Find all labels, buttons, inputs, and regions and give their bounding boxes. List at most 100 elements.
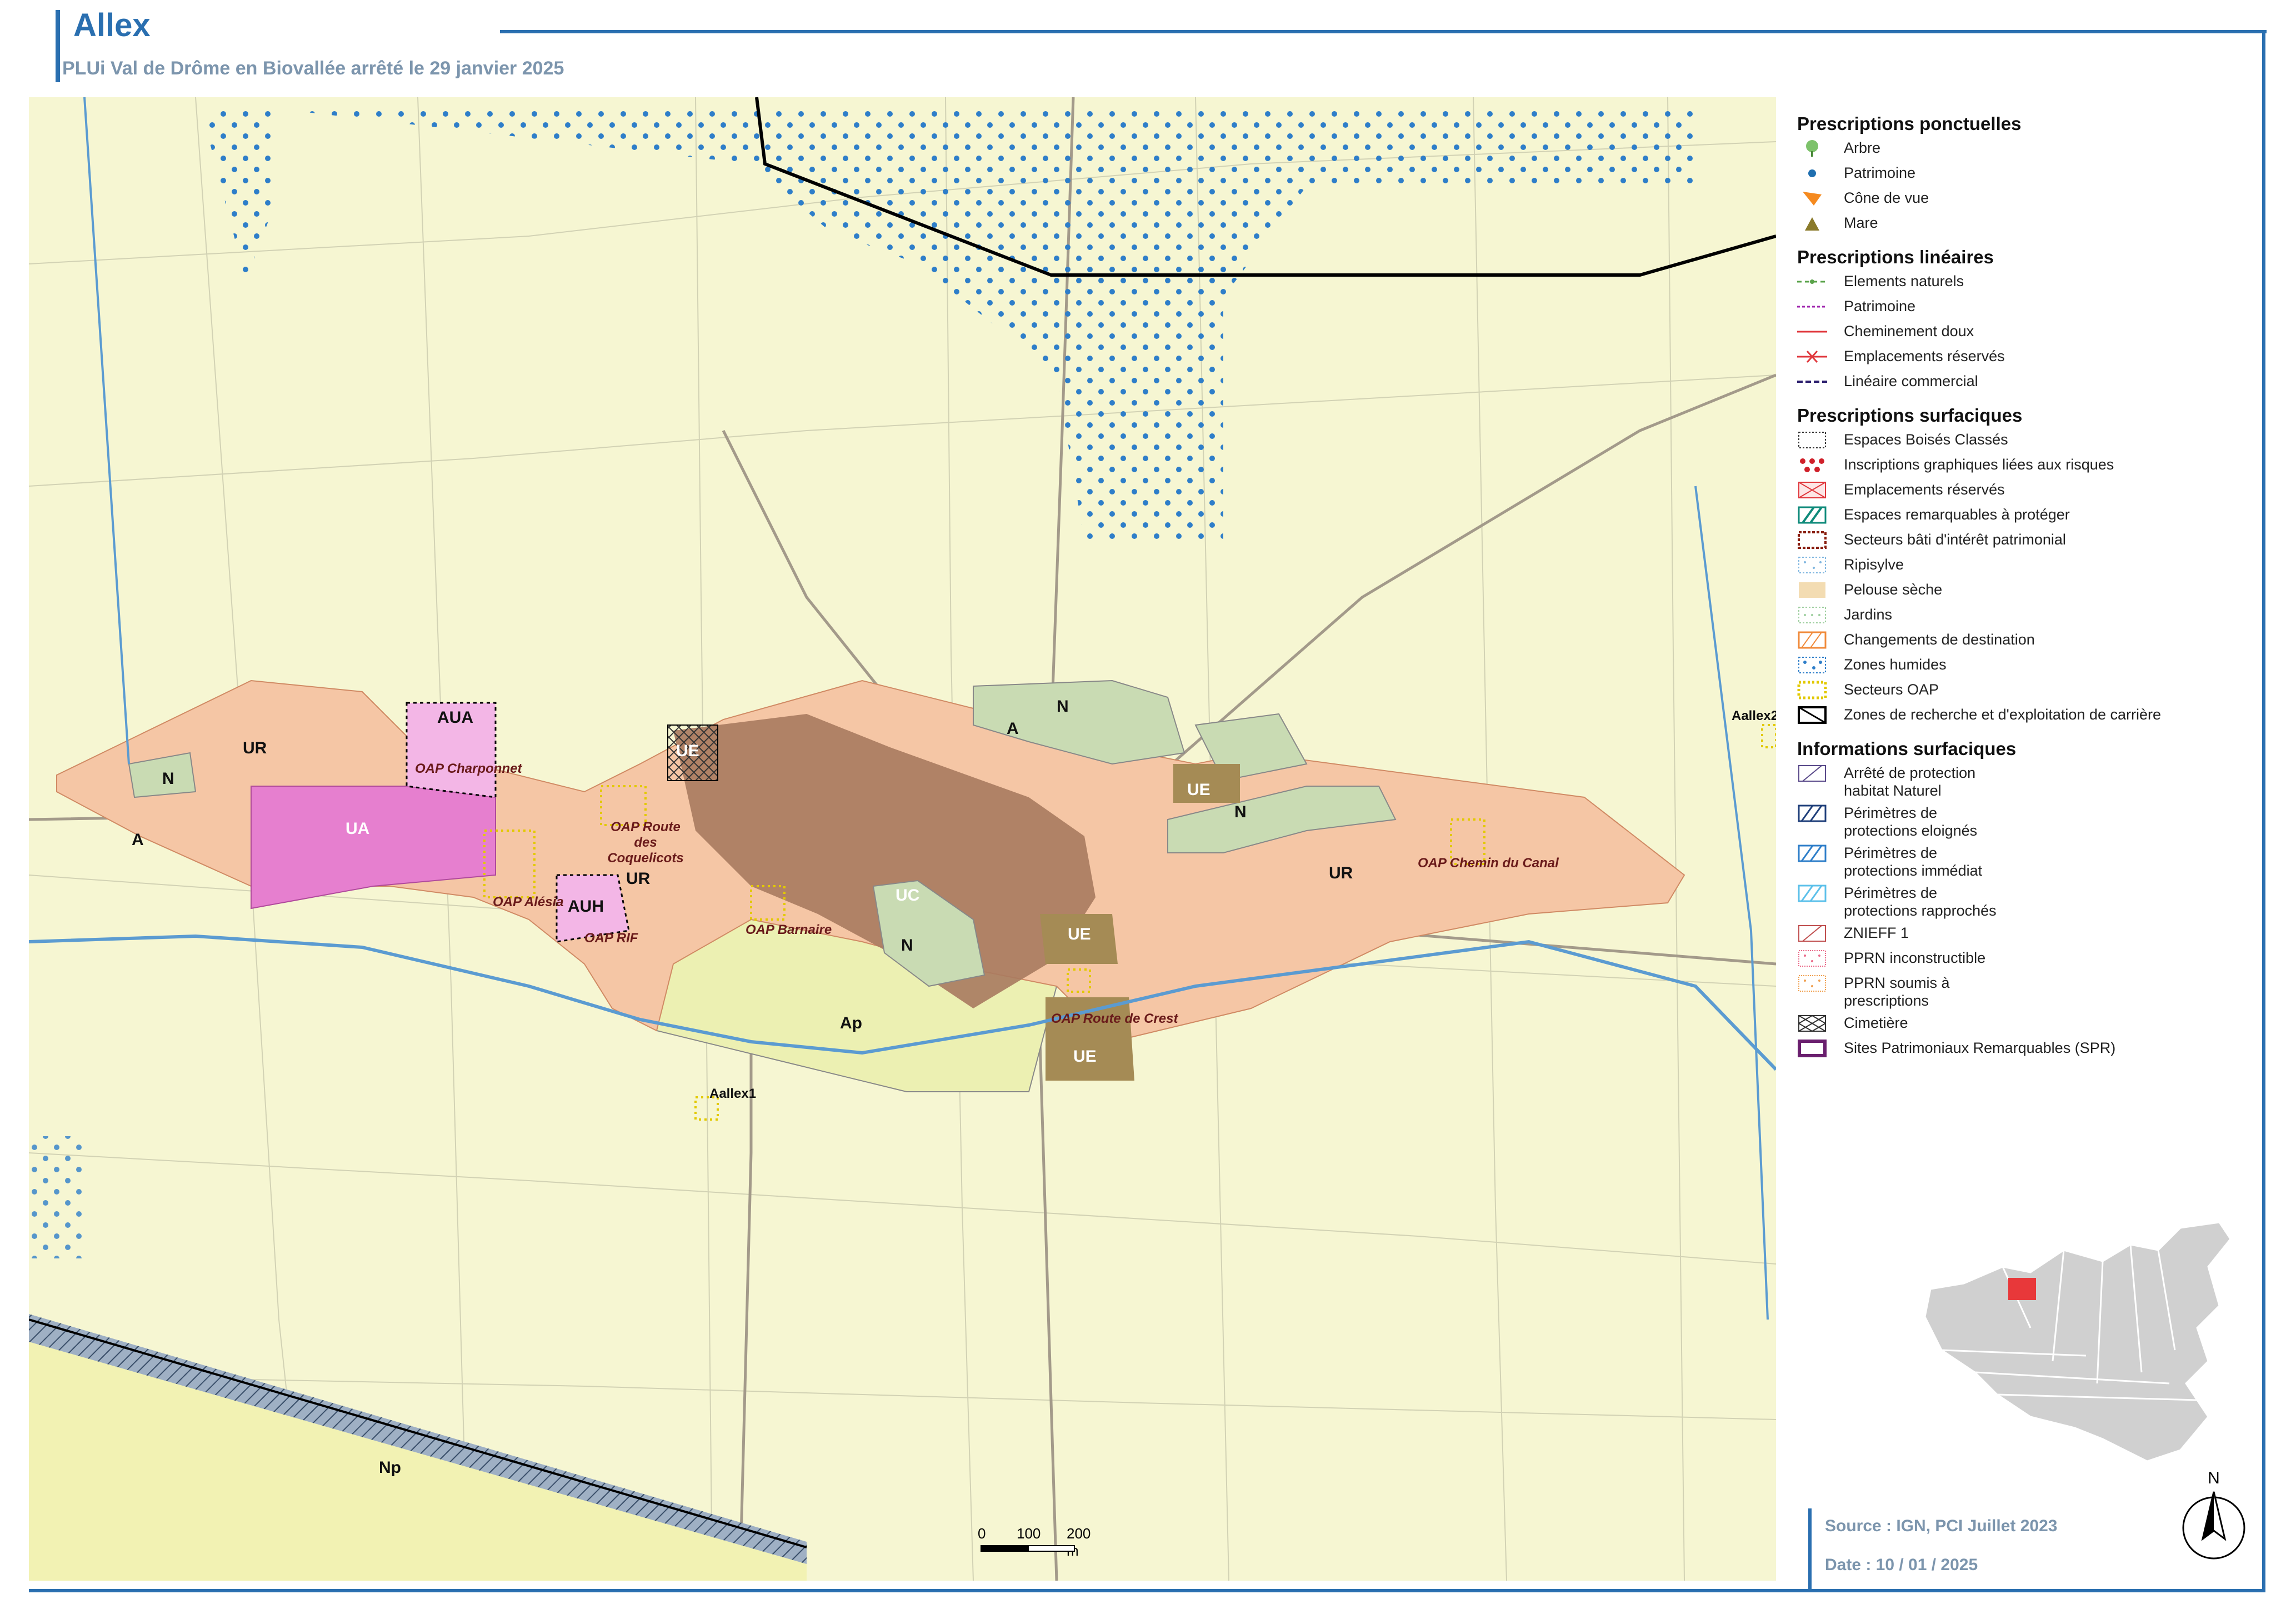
legend-label: Elements naturels <box>1844 273 1964 289</box>
box-znieff-icon <box>1797 924 1827 943</box>
zone-label-np: Np <box>379 1458 401 1477</box>
legend-label: Cheminement doux <box>1844 323 1974 339</box>
legend-item-pprn-inconstructible: PPRN inconstructible <box>1797 949 2269 974</box>
scale-label-100: 100 <box>1017 1525 1041 1542</box>
legend-label: Cimetière <box>1844 1015 1908 1031</box>
legend-label: ZNIEFF 1 <box>1844 925 1909 941</box>
legend-item-lineaire-commercial: Linéaire commercial <box>1797 372 2269 397</box>
legend: Prescriptions ponctuelles Arbre Patrimoi… <box>1797 106 2269 1064</box>
wetland-zone-2 <box>273 108 1695 542</box>
box-navy-hatch-icon <box>1797 804 1827 823</box>
zone-label-ue-east: UE <box>1187 781 1210 799</box>
legend-label: Pelouse sèche <box>1844 581 1943 598</box>
stream-west <box>83 97 130 764</box>
site-label-aallex2: Aallex2 <box>1732 708 1776 723</box>
oap-label-barnaire: OAP Barnaire <box>746 922 832 937</box>
box-black-icon <box>1797 706 1827 724</box>
zone-label-auh: AUH <box>568 897 604 916</box>
box-brown-dashed-icon <box>1797 531 1827 549</box>
box-orange-dots-icon <box>1797 974 1827 993</box>
legend-label: Zones de recherche et d'exploitation de … <box>1844 706 2161 723</box>
legend-item-changements-destination: Changements de destination <box>1797 631 2269 656</box>
zone-label-ue-south: UE <box>1073 1047 1097 1066</box>
legend-title-surfaciques: Prescriptions surfaciques <box>1797 405 2023 426</box>
box-red-cross-icon <box>1797 481 1827 499</box>
legend-label: Linéaire commercial <box>1844 373 1978 389</box>
map-svg <box>29 97 1776 1581</box>
legend-item-espaces-remarquables: Espaces remarquables à protéger <box>1797 506 2269 531</box>
legend-label: Mare <box>1844 214 1878 231</box>
right-frame <box>2262 33 2265 1592</box>
legend-item-perimetre-eloigne: Périmètres de protections eloignés <box>1797 804 2269 844</box>
legend-item-cheminement-doux: Cheminement doux <box>1797 322 2269 347</box>
site-label-aallex1: Aallex1 <box>709 1086 757 1101</box>
triangle-icon <box>1797 214 1827 233</box>
legend-item-carriere: Zones de recherche et d'exploitation de … <box>1797 706 2269 731</box>
bottom-frame <box>29 1589 2265 1592</box>
line-red-x-icon <box>1797 347 1827 366</box>
zone-label-ur-west: UR <box>243 739 267 757</box>
legend-item-pprn-prescriptions: PPRN soumis à prescriptions <box>1797 974 2269 1014</box>
stream-east <box>1694 486 1769 1320</box>
legend-label: Ripisylve <box>1844 556 1904 573</box>
scale-label-0: 0 <box>978 1525 986 1542</box>
legend-item-patrimoine-line: Patrimoine <box>1797 297 2269 322</box>
legend-item-emplacements-reserves-surf: Emplacements réservés <box>1797 481 2269 506</box>
legend-item-elements-naturels: Elements naturels <box>1797 272 2269 297</box>
legend-item-mare: Mare <box>1797 214 2269 239</box>
legend-label: Arrêté de protection habitat Naturel <box>1844 764 1976 799</box>
legend-label: Cône de vue <box>1844 189 1929 206</box>
legend-title-ponctuelles: Prescriptions ponctuelles <box>1797 113 2022 134</box>
legend-label: Espaces remarquables à protéger <box>1844 506 2070 523</box>
zone-label-ue-cemetery: UE <box>676 742 699 760</box>
legend-label: PPRN soumis à prescriptions <box>1844 975 1950 1009</box>
legend-label: Patrimoine <box>1844 164 1916 181</box>
legend-title-lineaires: Prescriptions linéaires <box>1797 247 1994 267</box>
zone-label-n-west: N <box>162 769 174 788</box>
wetland-zone-1 <box>207 108 273 281</box>
box-ebc-icon <box>1797 431 1827 449</box>
footer-divider <box>1808 1508 1812 1592</box>
legend-label: Patrimoine <box>1844 298 1916 314</box>
wetland-zone-3 <box>29 1136 84 1258</box>
oap-label-charponnet: OAP Charponnet <box>415 761 522 776</box>
zone-label-ur-center: UR <box>626 870 651 888</box>
box-green-dots-icon <box>1797 606 1827 624</box>
source-text: Source : IGN, PCI Juillet 2023 <box>1825 1517 2058 1535</box>
legend-item-apb: Arrêté de protection habitat Naturel <box>1797 764 2269 804</box>
north-label: N <box>2208 1469 2220 1487</box>
zone-np-area <box>29 1342 807 1581</box>
oap-label-route-crest: OAP Route de Crest <box>1051 1011 1178 1026</box>
legend-label: PPRN inconstructible <box>1844 950 1986 966</box>
map-canvas[interactable]: N UR AUA UA UE UR AUH UC N UE Ap UE A N … <box>29 97 1776 1581</box>
legend-item-cone-vue: Cône de vue <box>1797 189 2269 214</box>
legend-item-patrimoine-point: Patrimoine <box>1797 164 2269 189</box>
legend-item-secteurs-oap: Secteurs OAP <box>1797 681 2269 706</box>
legend-label: Inscriptions graphiques liées aux risque… <box>1844 456 2114 473</box>
legend-item-risques: Inscriptions graphiques liées aux risque… <box>1797 456 2269 481</box>
box-yellow-dotted-icon <box>1797 681 1827 699</box>
legend-label: Secteurs bâti d'intérêt patrimonial <box>1844 531 2066 548</box>
line-purple-dashed-icon <box>1797 297 1827 316</box>
legend-label: Changements de destination <box>1844 631 2035 648</box>
zone-label-ur-east: UR <box>1329 864 1353 882</box>
legend-item-perimetre-immediat: Périmètres de protections immédiat <box>1797 844 2269 884</box>
box-blue-dots-icon <box>1797 556 1827 574</box>
zone-label-a-west: A <box>132 831 144 849</box>
line-navy-dashed-icon <box>1797 372 1827 391</box>
scale-segment-1 <box>981 1545 1028 1552</box>
legend-item-zones-humides: Zones humides <box>1797 656 2269 681</box>
box-pink-dots-icon <box>1797 949 1827 968</box>
legend-label: Périmètres de protections immédiat <box>1844 845 1983 879</box>
legend-label: Secteurs OAP <box>1844 681 1939 698</box>
title-rule <box>500 30 2267 33</box>
zone-label-ua: UA <box>346 820 370 838</box>
box-red-dots-icon <box>1797 456 1827 474</box>
legend-label: Jardins <box>1844 606 1893 623</box>
scale-segment-2 <box>1028 1545 1075 1552</box>
legend-label: Périmètres de protections rapprochés <box>1844 885 1997 919</box>
north-arrow: N <box>2180 1467 2247 1572</box>
legend-item-secteurs-bati: Secteurs bâti d'intérêt patrimonial <box>1797 531 2269 556</box>
legend-label: Emplacements réservés <box>1844 348 2005 364</box>
legend-label: Zones humides <box>1844 656 1947 673</box>
